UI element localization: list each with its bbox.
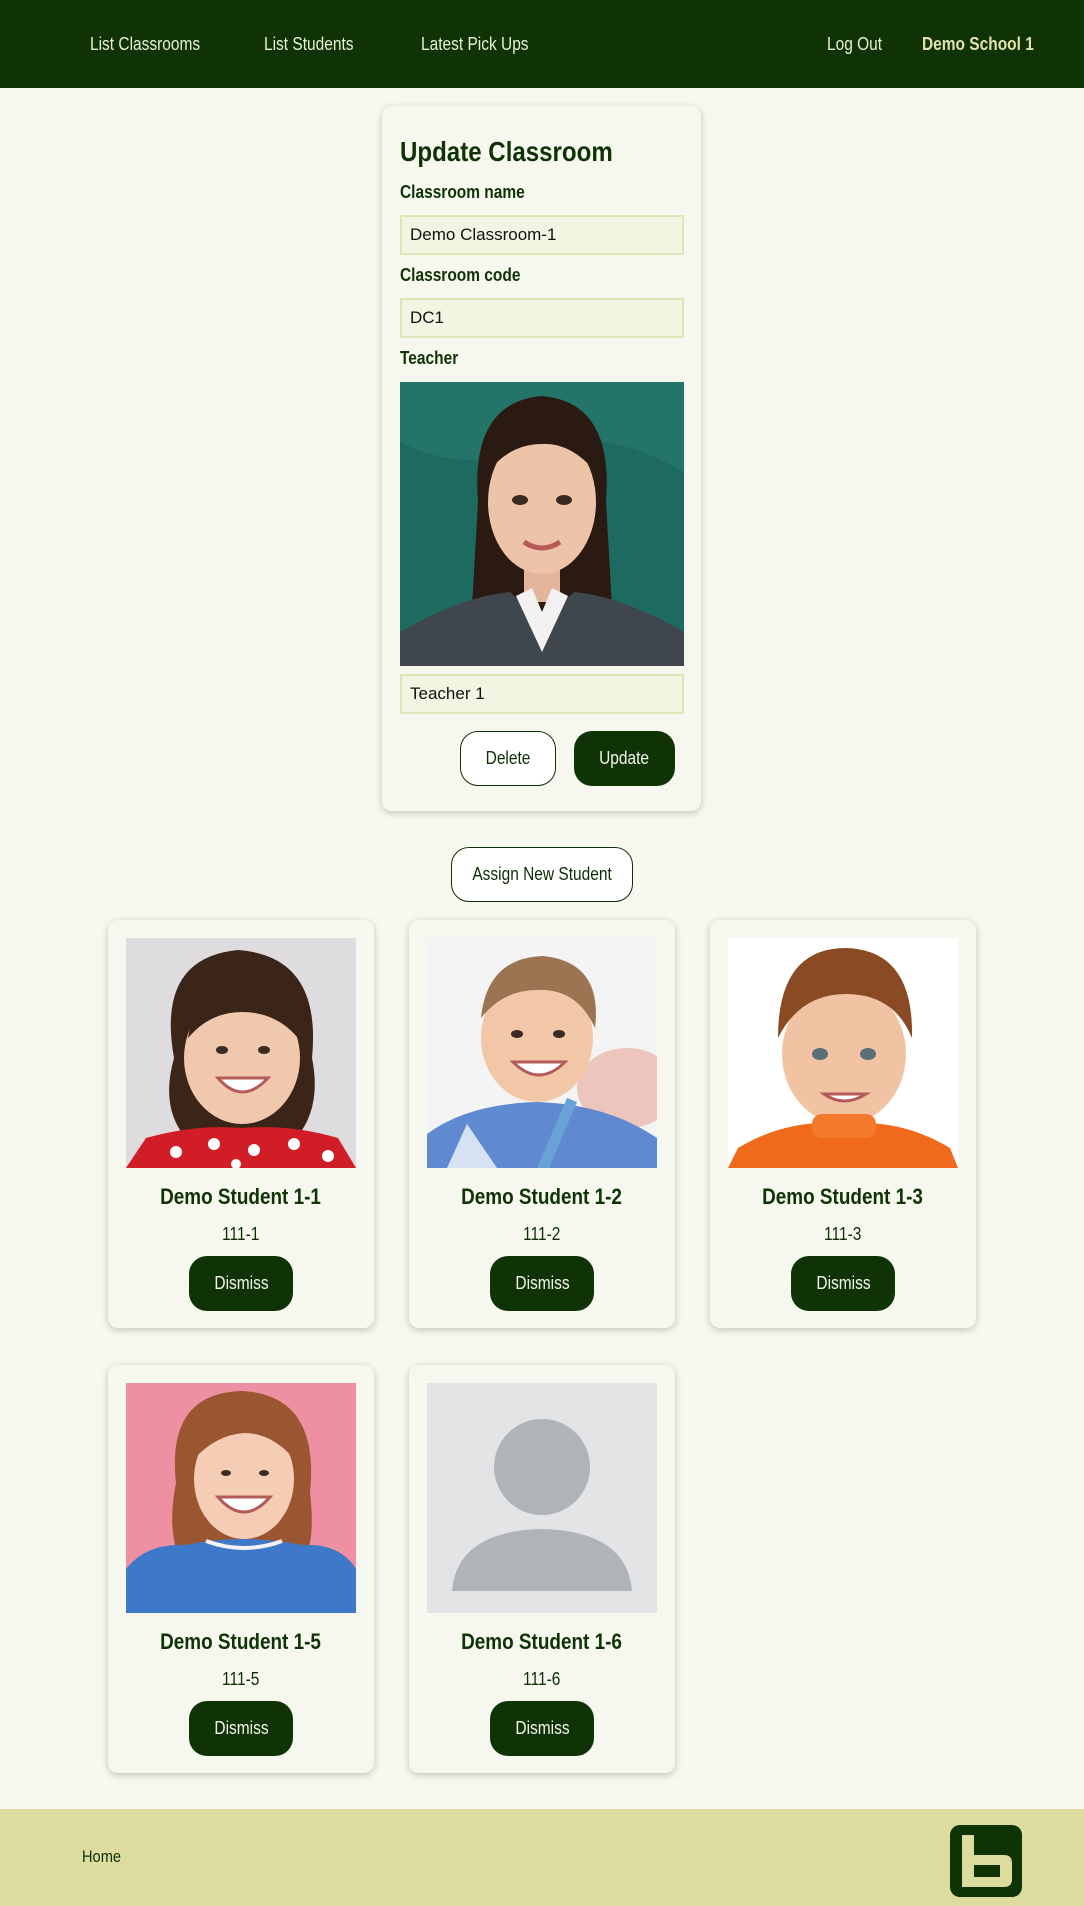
- nav-school-name[interactable]: Demo School 1: [922, 32, 1034, 56]
- assign-new-student-button[interactable]: Assign New Student: [451, 847, 633, 902]
- teacher-label: Teacher: [400, 348, 459, 368]
- avatar-placeholder-icon: [427, 1383, 657, 1613]
- teacher-input[interactable]: [400, 674, 684, 714]
- student-name: Demo Student 1-3: [762, 1184, 924, 1209]
- form-title: Update Classroom: [400, 136, 613, 167]
- classroom-code-input[interactable]: [400, 298, 684, 338]
- student-card: Demo Student 1-6 111-6 Dismiss: [409, 1365, 675, 1773]
- dismiss-button[interactable]: Dismiss: [189, 1701, 293, 1756]
- nav-list-students[interactable]: List Students: [264, 32, 353, 56]
- footer: Home: [0, 1809, 1084, 1906]
- student-code: 111-2: [523, 1224, 561, 1244]
- nav-logout[interactable]: Log Out: [827, 32, 882, 56]
- teacher-photo: [400, 382, 684, 666]
- student-name: Demo Student 1-6: [461, 1629, 623, 1654]
- student-name: Demo Student 1-2: [461, 1184, 623, 1209]
- dismiss-button[interactable]: Dismiss: [791, 1256, 895, 1311]
- footer-home-link[interactable]: Home: [82, 1847, 121, 1867]
- nav-list-classrooms[interactable]: List Classrooms: [90, 32, 200, 56]
- update-button[interactable]: Update: [574, 731, 675, 786]
- brand-logo-icon[interactable]: [950, 1825, 1022, 1897]
- student-photo: [126, 1383, 356, 1613]
- delete-button-label: Delete: [485, 748, 531, 768]
- student-card: Demo Student 1-2 111-2 Dismiss: [409, 920, 675, 1328]
- student-code: 111-1: [222, 1224, 260, 1244]
- classroom-name-label: Classroom name: [400, 182, 525, 202]
- student-photo: [728, 938, 958, 1168]
- dismiss-button[interactable]: Dismiss: [490, 1256, 594, 1311]
- student-card: Demo Student 1-3 111-3 Dismiss: [710, 920, 976, 1328]
- student-code: 111-5: [222, 1669, 260, 1689]
- student-name: Demo Student 1-1: [160, 1184, 322, 1209]
- delete-button[interactable]: Delete: [460, 731, 556, 786]
- update-button-label: Update: [599, 748, 650, 768]
- nav-latest-pickups[interactable]: Latest Pick Ups: [421, 32, 529, 56]
- update-classroom-form: Update Classroom Classroom name Classroo…: [382, 106, 701, 811]
- student-photo: [427, 938, 657, 1168]
- student-card: Demo Student 1-1 111-1 Dismiss: [108, 920, 374, 1328]
- dismiss-button[interactable]: Dismiss: [490, 1701, 594, 1756]
- student-photo: [126, 938, 356, 1168]
- classroom-code-label: Classroom code: [400, 265, 521, 285]
- top-navbar: List Classrooms List Students Latest Pic…: [0, 0, 1084, 88]
- assign-new-student-label: Assign New Student: [472, 864, 612, 884]
- student-code: 111-3: [824, 1224, 862, 1244]
- student-card: Demo Student 1-5 111-5 Dismiss: [108, 1365, 374, 1773]
- student-name: Demo Student 1-5: [160, 1629, 322, 1654]
- student-code: 111-6: [523, 1669, 561, 1689]
- classroom-name-input[interactable]: [400, 215, 684, 255]
- dismiss-button[interactable]: Dismiss: [189, 1256, 293, 1311]
